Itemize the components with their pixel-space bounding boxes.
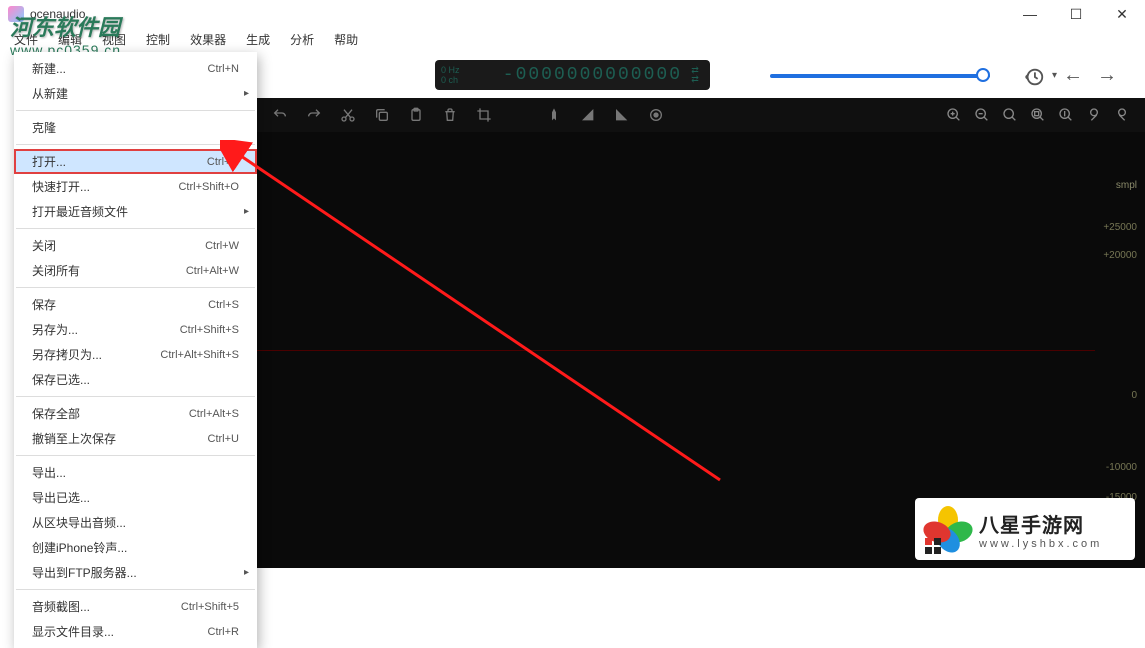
menu-create-ringtone[interactable]: 创建iPhone铃声... bbox=[14, 535, 257, 560]
zoom-selection-icon[interactable] bbox=[1029, 106, 1047, 124]
menu-view[interactable]: 视图 bbox=[92, 28, 136, 51]
menu-new[interactable]: 新建...Ctrl+N bbox=[14, 56, 257, 81]
menu-save-copy-as[interactable]: 另存拷贝为...Ctrl+Alt+Shift+S bbox=[14, 342, 257, 367]
waveform-midline bbox=[257, 350, 1095, 351]
amplitude-tick: +20000 bbox=[1103, 250, 1137, 261]
menu-separator bbox=[16, 589, 255, 590]
menu-export-selected[interactable]: 导出已选... bbox=[14, 485, 257, 510]
crop-icon[interactable] bbox=[475, 106, 493, 124]
menu-bar: 文件 编辑 视图 控制 效果器 生成 分析 帮助 bbox=[0, 28, 1145, 50]
menu-separator bbox=[16, 228, 255, 229]
menu-save-all[interactable]: 保存全部Ctrl+Alt+S bbox=[14, 401, 257, 426]
slider-track bbox=[770, 74, 990, 78]
fade-out-icon[interactable] bbox=[613, 106, 631, 124]
amplitude-unit-label: smpl bbox=[1116, 180, 1137, 191]
app-title: ocenaudio bbox=[30, 7, 85, 21]
zoom-controls bbox=[945, 106, 1131, 124]
menu-close-all[interactable]: 关闭所有Ctrl+Alt+W bbox=[14, 258, 257, 283]
menu-export[interactable]: 导出... bbox=[14, 460, 257, 485]
delete-icon[interactable] bbox=[441, 106, 459, 124]
grid-icon bbox=[925, 538, 941, 554]
menu-from-new[interactable]: 从新建 bbox=[14, 81, 257, 106]
menu-effects[interactable]: 效果器 bbox=[180, 28, 236, 51]
hz-labels: 0 Hz 0 ch bbox=[441, 65, 460, 85]
zoom-out-icon[interactable] bbox=[973, 106, 991, 124]
toolbar bbox=[257, 98, 1145, 132]
ch-value: 0 ch bbox=[441, 75, 460, 85]
zoom-vertical-icon[interactable] bbox=[1057, 106, 1075, 124]
menu-separator bbox=[16, 110, 255, 111]
amplitude-tick: +25000 bbox=[1103, 222, 1137, 233]
minimize-button[interactable]: — bbox=[1007, 0, 1053, 28]
site-text: 八星手游网 www.lyshbx.com bbox=[979, 509, 1102, 550]
menu-open-recent[interactable]: 打开最近音频文件 bbox=[14, 199, 257, 224]
title-bar: ocenaudio — ☐ ✕ bbox=[0, 0, 1145, 28]
record-icon[interactable] bbox=[647, 106, 665, 124]
redo-icon[interactable] bbox=[305, 106, 323, 124]
menu-generate[interactable]: 生成 bbox=[236, 28, 280, 51]
menu-save[interactable]: 保存Ctrl+S bbox=[14, 292, 257, 317]
menu-control[interactable]: 控制 bbox=[136, 28, 180, 51]
amplitude-tick: 0 bbox=[1131, 390, 1137, 401]
menu-show-file-dir[interactable]: 显示文件目录...Ctrl+R bbox=[14, 619, 257, 644]
volume-slider[interactable] bbox=[770, 72, 990, 80]
nav-forward-icon[interactable]: → bbox=[1097, 64, 1117, 87]
app-icon bbox=[8, 6, 24, 22]
maximize-button[interactable]: ☐ bbox=[1053, 0, 1099, 28]
menu-quick-open[interactable]: 快速打开...Ctrl+Shift+O bbox=[14, 174, 257, 199]
zoom-fit-icon[interactable] bbox=[1001, 106, 1019, 124]
tool-a-icon[interactable] bbox=[1085, 106, 1103, 124]
file-menu-dropdown: 新建...Ctrl+N 从新建 克隆 打开...Ctrl+O 快速打开...Ct… bbox=[14, 52, 257, 648]
menu-close[interactable]: 关闭Ctrl+W bbox=[14, 233, 257, 258]
menu-separator bbox=[16, 287, 255, 288]
history-dropdown-icon[interactable]: ▾ bbox=[1052, 70, 1057, 81]
display-arrows-icon: ⇄⇄ bbox=[686, 66, 704, 84]
site-watermark: 八星手游网 www.lyshbx.com bbox=[915, 498, 1135, 560]
menu-export-ftp[interactable]: 导出到FTP服务器... bbox=[14, 560, 257, 585]
nav-back-icon[interactable]: ← bbox=[1063, 64, 1083, 87]
slider-thumb[interactable] bbox=[976, 68, 990, 82]
digit-display: -0000000000000 bbox=[460, 65, 682, 85]
site-name: 八星手游网 bbox=[979, 509, 1102, 538]
menu-file[interactable]: 文件 bbox=[4, 28, 48, 51]
close-button[interactable]: ✕ bbox=[1099, 0, 1145, 28]
cut-icon[interactable] bbox=[339, 106, 357, 124]
frequency-display: 0 Hz 0 ch -0000000000000 ⇄⇄ bbox=[435, 60, 710, 90]
copy-icon[interactable] bbox=[373, 106, 391, 124]
menu-export-regions[interactable]: 从区块导出音频... bbox=[14, 510, 257, 535]
paste-icon[interactable] bbox=[407, 106, 425, 124]
menu-separator bbox=[16, 455, 255, 456]
menu-separator bbox=[16, 396, 255, 397]
menu-edit[interactable]: 编辑 bbox=[48, 28, 92, 51]
menu-separator bbox=[16, 144, 255, 145]
menu-help[interactable]: 帮助 bbox=[324, 28, 368, 51]
hz-value: 0 Hz bbox=[441, 65, 460, 75]
menu-audio-screenshot[interactable]: 音频截图...Ctrl+Shift+5 bbox=[14, 594, 257, 619]
marker-icon[interactable] bbox=[545, 106, 563, 124]
history-icon[interactable] bbox=[1023, 66, 1045, 88]
nav-arrows: ← → bbox=[1063, 64, 1117, 87]
undo-icon[interactable] bbox=[271, 106, 289, 124]
menu-save-as[interactable]: 另存为...Ctrl+Shift+S bbox=[14, 317, 257, 342]
tool-b-icon[interactable] bbox=[1113, 106, 1131, 124]
menu-save-selected[interactable]: 保存已选... bbox=[14, 367, 257, 392]
fade-in-icon[interactable] bbox=[579, 106, 597, 124]
amplitude-tick: -10000 bbox=[1106, 462, 1137, 473]
menu-open[interactable]: 打开...Ctrl+O bbox=[14, 149, 257, 174]
site-url: www.lyshbx.com bbox=[979, 538, 1102, 550]
menu-analyze[interactable]: 分析 bbox=[280, 28, 324, 51]
zoom-in-icon[interactable] bbox=[945, 106, 963, 124]
window-controls: — ☐ ✕ bbox=[1007, 0, 1145, 28]
menu-revert[interactable]: 撤销至上次保存Ctrl+U bbox=[14, 426, 257, 451]
menu-clone[interactable]: 克隆 bbox=[14, 115, 257, 140]
